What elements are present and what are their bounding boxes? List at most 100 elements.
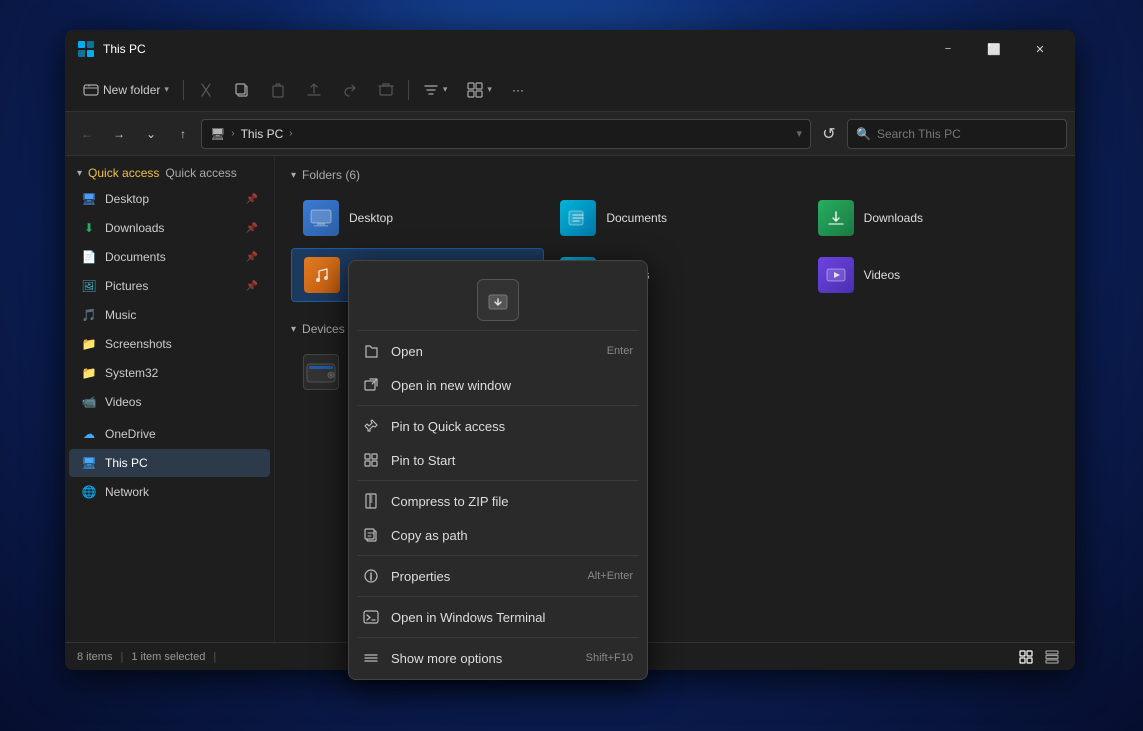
videos-folder-label: Videos xyxy=(864,268,900,282)
downloads-pin-icon: 📌 xyxy=(246,223,258,234)
show-more-shortcut: Shift+F10 xyxy=(586,652,633,664)
sidebar-item-desktop[interactable]: 🖥 Desktop 📌 xyxy=(69,185,270,213)
sidebar-item-pictures[interactable]: 🖼 Pictures 📌 xyxy=(69,272,270,300)
sidebar-item-thispc[interactable]: 🖥 This PC xyxy=(69,449,270,477)
statusbar-sep1: | xyxy=(120,651,123,663)
list-view-button[interactable] xyxy=(1015,646,1037,668)
sidebar-item-documents[interactable]: 📄 Documents 📌 xyxy=(69,243,270,271)
cut-button[interactable] xyxy=(190,78,222,102)
items-count: 8 items xyxy=(77,651,112,663)
new-folder-chevron: ▾ xyxy=(164,84,169,95)
sidebar-item-system32[interactable]: 📁 System32 xyxy=(69,359,270,387)
desktop-folder-icon xyxy=(303,200,339,236)
address-path[interactable]: 🖥 › This PC › ▾ xyxy=(201,119,811,149)
context-menu-pin-start[interactable]: Pin to Start xyxy=(349,443,647,477)
sidebar: ▾ Quick access Quick access 🖥 Desktop 📌 … xyxy=(65,156,275,642)
copy-button[interactable] xyxy=(226,78,258,102)
sidebar-item-videos[interactable]: 📹 Videos xyxy=(69,388,270,416)
quick-access-header[interactable]: ▾ Quick access Quick access xyxy=(65,162,274,184)
window-controls: − ⬜ ✕ xyxy=(925,33,1063,65)
sidebar-videos-label: Videos xyxy=(105,395,141,409)
close-button[interactable]: ✕ xyxy=(1017,33,1063,65)
sidebar-item-downloads[interactable]: ⬇ Downloads 📌 xyxy=(69,214,270,242)
path-dropdown-chevron[interactable]: ▾ xyxy=(796,127,802,140)
sidebar-onedrive-label: OneDrive xyxy=(105,427,156,441)
search-icon: 🔍 xyxy=(856,127,871,141)
open-new-window-label: Open in new window xyxy=(391,378,511,393)
context-menu-pin-quick[interactable]: Pin to Quick access xyxy=(349,409,647,443)
statusbar-sep2: | xyxy=(213,651,216,663)
path-computer-icon: 🖥 xyxy=(210,127,225,141)
context-menu-show-more[interactable]: Show more options Shift+F10 xyxy=(349,641,647,675)
nav-forward-button[interactable]: → xyxy=(105,120,133,148)
context-menu-open[interactable]: Open Enter xyxy=(349,334,647,368)
context-menu-compress-zip[interactable]: Compress to ZIP file xyxy=(349,484,647,518)
sort-button[interactable]: ▾ xyxy=(415,78,456,102)
context-menu-copy-path[interactable]: Copy as path xyxy=(349,518,647,552)
sidebar-item-onedrive[interactable]: ☁ OneDrive xyxy=(69,420,270,448)
search-box[interactable]: 🔍 Search This PC xyxy=(847,119,1067,149)
new-folder-label: New folder xyxy=(103,83,160,97)
context-menu-top-sep xyxy=(357,330,639,331)
folders-chevron: ▾ xyxy=(291,170,296,181)
folder-downloads[interactable]: Downloads xyxy=(806,192,1059,244)
videos-folder-icon xyxy=(818,257,854,293)
sidebar-item-network[interactable]: 🌐 Network xyxy=(69,478,270,506)
selected-count: 1 item selected xyxy=(131,651,205,663)
folders-section-header[interactable]: ▾ Folders (6) xyxy=(291,168,1059,182)
pin-start-label: Pin to Start xyxy=(391,453,455,468)
nav-recent-button[interactable]: ⌄ xyxy=(137,120,165,148)
screenshots-icon: 📁 xyxy=(81,336,97,352)
context-menu-top-icon xyxy=(477,279,519,321)
context-menu-open-terminal[interactable]: Open in Windows Terminal xyxy=(349,600,647,634)
sidebar-thispc-label: This PC xyxy=(105,456,148,470)
sidebar-downloads-label: Downloads xyxy=(105,221,164,235)
restore-button[interactable]: ⬜ xyxy=(971,33,1017,65)
view-button[interactable]: ▾ xyxy=(459,78,500,102)
sidebar-item-music[interactable]: 🎵 Music xyxy=(69,301,270,329)
zip-icon xyxy=(363,493,379,509)
network-icon: 🌐 xyxy=(81,484,97,500)
more-button[interactable]: ··· xyxy=(504,79,532,101)
documents-icon: 📄 xyxy=(81,249,97,265)
sidebar-documents-label: Documents xyxy=(105,250,166,264)
context-menu-sep4 xyxy=(357,596,639,597)
view-label: ▾ xyxy=(487,84,492,95)
downloads-icon: ⬇ xyxy=(81,220,97,236)
nav-up-button[interactable]: ↑ xyxy=(169,120,197,148)
sidebar-item-screenshots[interactable]: 📁 Screenshots xyxy=(69,330,270,358)
documents-pin-icon: 📌 xyxy=(246,252,258,263)
pictures-pin-icon: 📌 xyxy=(246,281,258,292)
folder-documents[interactable]: Documents xyxy=(548,192,801,244)
share-button[interactable] xyxy=(334,78,366,102)
context-menu-properties[interactable]: Properties Alt+Enter xyxy=(349,559,647,593)
delete-button[interactable] xyxy=(370,78,402,102)
refresh-button[interactable]: ↺ xyxy=(815,120,843,148)
pin-quick-label: Pin to Quick access xyxy=(391,419,505,434)
minimize-button[interactable]: − xyxy=(925,33,971,65)
rename-button[interactable] xyxy=(298,78,330,102)
videos-icon: 📹 xyxy=(81,394,97,410)
onedrive-icon: ☁ xyxy=(81,426,97,442)
new-folder-button[interactable]: New folder ▾ xyxy=(75,78,177,102)
folder-videos[interactable]: Videos xyxy=(806,248,1059,302)
path-sep1: › xyxy=(231,128,234,139)
context-menu-sep3 xyxy=(357,555,639,556)
show-more-icon xyxy=(363,650,379,666)
sidebar-network-label: Network xyxy=(105,485,149,499)
toolbar: New folder ▾ ▾ ▾ ··· xyxy=(65,68,1075,112)
properties-icon xyxy=(363,568,379,584)
context-menu-sep5 xyxy=(357,637,639,638)
pictures-icon: 🖼 xyxy=(81,278,97,294)
sidebar-desktop-label: Desktop xyxy=(105,192,149,206)
context-menu-open-new-window[interactable]: Open in new window xyxy=(349,368,647,402)
statusbar-view-controls xyxy=(1015,646,1063,668)
copy-path-label: Copy as path xyxy=(391,528,468,543)
documents-folder-icon xyxy=(560,200,596,236)
folder-desktop[interactable]: Desktop xyxy=(291,192,544,244)
paste-button[interactable] xyxy=(262,78,294,102)
window-icon xyxy=(77,40,95,58)
nav-back-button[interactable]: ← xyxy=(73,120,101,148)
details-view-button[interactable] xyxy=(1041,646,1063,668)
sidebar-screenshots-label: Screenshots xyxy=(105,337,172,351)
